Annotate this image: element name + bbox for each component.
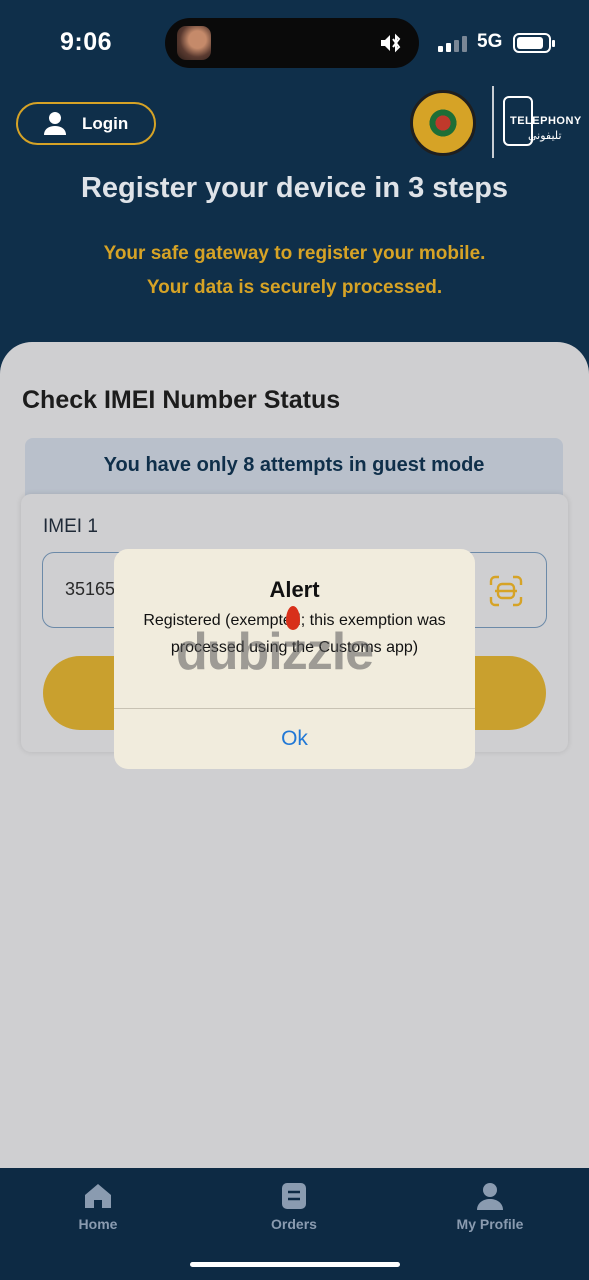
login-button[interactable]: Login bbox=[16, 102, 156, 145]
app-header: 9:06 5G Login TELEPHONY تليفوني Register… bbox=[0, 0, 589, 380]
profile-icon bbox=[477, 1183, 503, 1210]
subtitle-line-2: Your data is securely processed. bbox=[146, 277, 443, 298]
nav-orders-label: Orders bbox=[271, 1216, 317, 1232]
telephony-logo-text: TELEPHONY bbox=[510, 115, 582, 127]
media-thumbnail bbox=[177, 26, 211, 60]
status-time: 9:06 bbox=[60, 28, 113, 56]
nav-orders[interactable]: Orders bbox=[234, 1182, 354, 1232]
network-type: 5G bbox=[477, 31, 503, 52]
nav-home[interactable]: Home bbox=[38, 1182, 158, 1232]
egyptian-customs-logo bbox=[410, 90, 476, 156]
dynamic-island bbox=[165, 18, 419, 68]
scan-icon[interactable] bbox=[489, 575, 523, 607]
home-indicator[interactable] bbox=[190, 1262, 400, 1267]
home-icon bbox=[85, 1184, 111, 1208]
orders-icon bbox=[282, 1183, 306, 1209]
watermark: dubizzle bbox=[176, 623, 374, 681]
nav-home-label: Home bbox=[78, 1216, 118, 1232]
alert-ok-button[interactable]: Ok bbox=[114, 709, 475, 769]
logo-divider bbox=[492, 86, 494, 158]
signal-icon bbox=[438, 36, 467, 52]
imei-value: 35165 bbox=[65, 579, 116, 599]
telephony-logo-arabic: تليفوني bbox=[528, 130, 562, 142]
nav-profile-label: My Profile bbox=[456, 1216, 524, 1232]
status-bar: 9:06 5G bbox=[0, 0, 589, 86]
user-icon bbox=[44, 111, 66, 135]
login-label: Login bbox=[82, 113, 129, 133]
speaker-bluetooth-icon bbox=[381, 33, 401, 53]
page-headline: Register your device in 3 steps bbox=[80, 172, 509, 204]
nav-my-profile[interactable]: My Profile bbox=[430, 1182, 550, 1232]
attempts-banner: You have only 8 attempts in guest mode bbox=[25, 438, 563, 498]
battery-icon bbox=[513, 33, 555, 53]
imei-label: IMEI 1 bbox=[43, 516, 98, 537]
section-title: Check IMEI Number Status bbox=[22, 386, 341, 414]
alert-title: Alert bbox=[269, 577, 320, 602]
subtitle-line-1: Your safe gateway to register your mobil… bbox=[103, 243, 486, 264]
